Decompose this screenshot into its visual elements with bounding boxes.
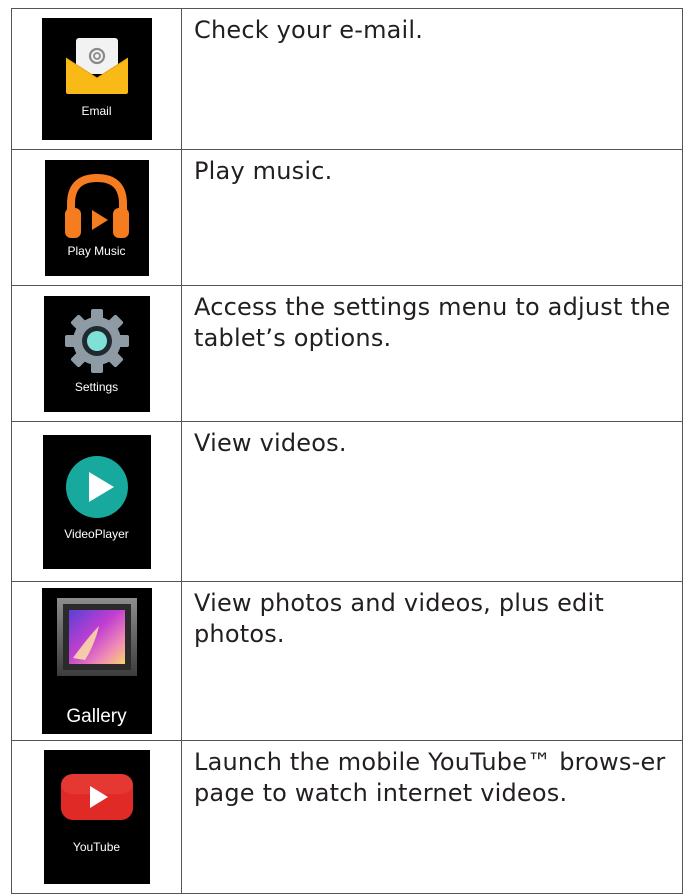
table-row: Gallery View photos and videos, plus edi… xyxy=(12,582,682,741)
headphones-icon xyxy=(64,173,129,238)
description: Check your e-mail. xyxy=(194,16,424,44)
settings-app-tile: Settings xyxy=(43,295,150,412)
icon-cell: Settings xyxy=(12,286,182,421)
photo-frame-icon xyxy=(56,598,137,676)
icon-cell: Gallery xyxy=(12,582,182,740)
icon-cell: YouTube xyxy=(12,741,182,893)
description: View photos and videos, plus edit photos… xyxy=(194,589,604,648)
icon-cell: Play Music xyxy=(12,150,182,285)
youtube-play-icon xyxy=(60,774,133,820)
description: Play music. xyxy=(194,157,333,185)
email-envelope-icon xyxy=(65,38,128,94)
description: Launch the mobile YouTube™ brows-er page… xyxy=(194,748,666,807)
table-row: VideoPlayer View videos. xyxy=(12,422,682,582)
videoplayer-app-tile: VideoPlayer xyxy=(42,434,151,569)
gear-icon xyxy=(64,308,129,373)
play-circle-icon xyxy=(65,455,128,518)
play-music-app-tile: Play Music xyxy=(44,159,149,276)
email-app-tile: Email xyxy=(41,18,152,140)
description: Access the settings menu to adjust the t… xyxy=(194,293,671,352)
table-row: Email Check your e-mail. xyxy=(12,9,682,150)
gallery-app-tile: Gallery xyxy=(41,588,152,734)
table-row: Settings Access the settings menu to adj… xyxy=(12,286,682,422)
table-row: Play Music Play music. xyxy=(12,150,682,286)
table-row: YouTube Launch the mobile YouTube™ brows… xyxy=(12,741,682,893)
app-label: Play Music xyxy=(67,243,126,258)
icon-cell: VideoPlayer xyxy=(12,422,182,581)
app-table: Email Check your e-mail. Play Music Play… xyxy=(11,8,683,894)
app-label: YouTube xyxy=(72,840,121,854)
app-label: Gallery xyxy=(66,706,127,727)
app-label: Settings xyxy=(74,379,119,394)
youtube-app-tile: YouTube xyxy=(43,750,150,884)
description: View videos. xyxy=(194,429,347,457)
app-label: Email xyxy=(81,104,112,118)
app-label: VideoPlayer xyxy=(64,526,129,541)
icon-cell: Email xyxy=(12,9,182,149)
